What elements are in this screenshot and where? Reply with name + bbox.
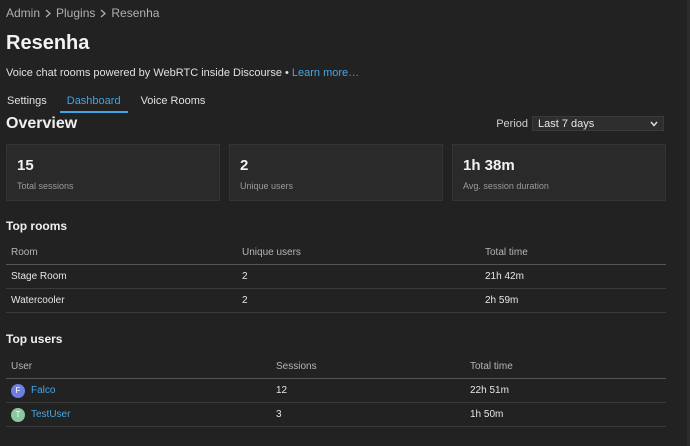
column-header-room: Room [11,247,38,258]
column-header-unique-users: Unique users [242,247,301,258]
room-total-time: 2h 59m [485,295,519,306]
period-selected-value: Last 7 days [538,117,595,130]
period-filter: Period Last 7 days [496,116,664,131]
learn-more-link[interactable]: Learn more… [292,67,359,79]
table-header-row: Room Unique users Total time [6,241,666,265]
period-label: Period [496,117,528,130]
table-row: F Falco 12 22h 51m [6,379,666,403]
stat-value: 1h 38m [463,157,515,174]
user-cell: F Falco [6,383,271,398]
table-header-row: User Sessions Total time [6,355,666,379]
description-text: Voice chat rooms powered by WebRTC insid… [6,67,292,79]
stat-label: Avg. session duration [463,181,549,191]
stat-cards: 15 Total sessions 2 Unique users 1h 38m … [6,144,666,201]
top-users-heading: Top users [6,332,63,346]
stat-card-avg-duration: 1h 38m Avg. session duration [452,144,666,201]
user-sessions: 12 [276,385,288,396]
plugin-description: Voice chat rooms powered by WebRTC insid… [6,67,359,79]
tab-bar: Settings Dashboard Voice Rooms [0,91,218,113]
breadcrumb-plugins[interactable]: Plugins [56,6,95,20]
stat-label: Total sessions [17,181,74,191]
top-users-table: User Sessions Total time F Falco 12 22h … [6,355,666,427]
room-unique-users: 2 [242,271,248,282]
user-cell: T TestUser [6,407,271,422]
user-link[interactable]: TestUser [31,409,70,420]
stat-value: 15 [17,157,34,174]
stat-card-total-sessions: 15 Total sessions [6,144,220,201]
column-header-sessions: Sessions [276,361,317,372]
column-header-total-time: Total time [485,247,528,258]
stat-card-unique-users: 2 Unique users [229,144,443,201]
table-row: T TestUser 3 1h 50m [6,403,666,427]
table-row: Watercooler 2 2h 59m [6,289,666,313]
chevron-right-icon [45,9,52,18]
tab-dashboard[interactable]: Dashboard [59,91,128,113]
chevron-right-icon [100,9,107,18]
room-unique-users: 2 [242,295,248,306]
room-name: Watercooler [11,295,65,306]
table-row: Stage Room 2 21h 42m [6,265,666,289]
period-select[interactable]: Last 7 days [532,116,664,131]
tab-voice-rooms[interactable]: Voice Rooms [134,91,213,111]
room-total-time: 21h 42m [485,271,524,282]
room-name: Stage Room [11,271,67,282]
column-header-total-time: Total time [470,361,513,372]
chevron-down-icon [650,118,658,130]
page-title: Resenha [6,32,90,54]
breadcrumb: Admin Plugins Resenha [6,6,159,20]
stat-label: Unique users [240,181,294,191]
top-rooms-heading: Top rooms [6,219,68,233]
user-sessions: 3 [276,409,282,420]
breadcrumb-current: Resenha [111,6,160,20]
tab-settings[interactable]: Settings [0,91,54,111]
user-total-time: 22h 51m [470,385,509,396]
user-link[interactable]: Falco [31,385,55,396]
overview-heading: Overview [6,115,78,132]
avatar[interactable]: F [11,383,25,398]
column-header-user: User [11,361,33,372]
avatar[interactable]: T [11,407,25,422]
breadcrumb-admin[interactable]: Admin [6,6,40,20]
top-rooms-table: Room Unique users Total time Stage Room … [6,241,666,313]
stat-value: 2 [240,157,249,174]
user-total-time: 1h 50m [470,409,504,420]
